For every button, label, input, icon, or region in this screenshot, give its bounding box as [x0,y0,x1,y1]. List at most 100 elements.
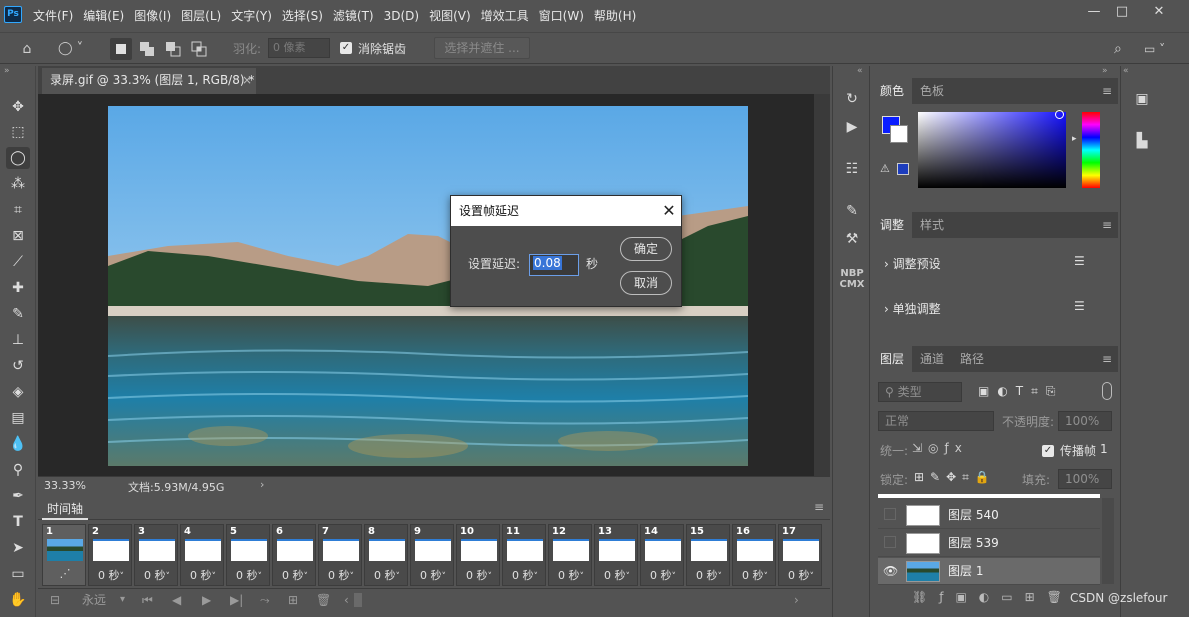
frame-tool-icon[interactable]: ⊠ [6,225,30,247]
first-frame-icon[interactable]: ⏮ [142,591,153,609]
lasso-preset-icon[interactable]: ◯ ˅ [58,39,92,59]
propagate-frame-checkbox[interactable]: ✓ [1042,445,1054,457]
delay-dropdown-icon[interactable]: ˅ [580,572,585,582]
tab-paths[interactable]: 路径 [952,346,992,372]
timeline-frame[interactable]: 8 0 秒˅ [364,524,408,586]
menu-plugins[interactable]: 增效工具 [476,0,534,32]
menu-filter[interactable]: 滤镜(T) [328,0,379,32]
tab-channels[interactable]: 通道 [912,346,952,372]
collapse-arrows-icon[interactable]: « [1123,66,1129,76]
delay-dropdown-icon[interactable]: ˅ [764,572,769,582]
next-frame-icon[interactable]: ▶| [230,591,243,609]
timeline-frame[interactable]: 11 0 秒˅ [502,524,546,586]
delete-frame-icon[interactable]: 🗑 [316,591,331,609]
blend-mode-select[interactable]: 正常 [878,411,994,431]
antialias-checkbox[interactable]: ✓ [340,42,352,54]
tab-swatches[interactable]: 色板 [912,78,952,104]
delay-dropdown-icon[interactable]: ˅ [304,572,309,582]
eyedropper-tool-icon[interactable]: ⟋ [6,251,30,273]
timeline-frame[interactable]: 15 0 秒˅ [686,524,730,586]
add-selection-icon[interactable] [136,38,158,60]
color-field[interactable] [918,112,1066,188]
menu-edit[interactable]: 编辑(E) [78,0,129,32]
close-window-button[interactable]: ✕ [1144,2,1174,22]
healing-brush-tool-icon[interactable]: ✚ [6,277,30,299]
opacity-input[interactable]: 100% [1058,411,1112,431]
filter-toggle[interactable] [1102,382,1112,400]
ok-button[interactable]: 确定 [620,237,672,261]
tab-adjustments[interactable]: 调整 [872,212,913,238]
delay-dropdown-icon[interactable]: ˅ [626,572,631,582]
frame-delay[interactable]: 0 秒˅ [503,567,547,583]
hue-slider-arrow-icon[interactable]: ▸ [1072,134,1077,144]
menu-file[interactable]: 文件(F) [28,0,78,32]
timeline-tab[interactable]: 时间轴 [42,498,88,520]
document-tab[interactable]: 录屏.gif @ 33.3% (图层 1, RGB/8) * × [42,68,256,94]
tool-presets-icon[interactable]: ⚒ [841,228,863,250]
menu-select[interactable]: 选择(S) [277,0,328,32]
timeline-frame[interactable]: 6 0 秒˅ [272,524,316,586]
collapse-arrows-icon[interactable]: » [4,66,10,76]
maximize-button[interactable]: □ [1107,2,1137,22]
frame-delay[interactable]: 0 秒˅ [181,567,225,583]
timeline-frame[interactable]: 3 0 秒˅ [134,524,178,586]
eraser-tool-icon[interactable]: ◈ [6,381,30,403]
move-tool-icon[interactable]: ✥ [6,96,30,118]
frame-delay[interactable]: 0 秒˅ [273,567,317,583]
eye-icon[interactable]: 👁 [883,564,898,578]
quick-select-tool-icon[interactable]: ⁂ [6,173,30,195]
frame-delay[interactable]: 0 秒˅ [227,567,271,583]
pen-tool-icon[interactable]: ✒ [6,485,30,507]
delay-dropdown-icon[interactable]: ˅ [166,572,171,582]
delay-dropdown-icon[interactable]: ˅ [442,572,447,582]
gamut-color-swatch[interactable] [897,163,909,175]
tab-layers[interactable]: 图层 [872,346,913,372]
frame-delay[interactable]: 0 秒˅ [135,567,179,583]
subtract-selection-icon[interactable] [162,38,184,60]
close-tab-icon[interactable]: × [242,68,252,92]
zoom-level[interactable]: 33.33% [44,479,86,492]
search-icon[interactable]: ⌕ [1114,39,1134,59]
play-icon[interactable]: ▶ [202,591,211,609]
adjustment-presets-row[interactable]: › 调整预设 [884,254,941,274]
menu-type[interactable]: 文字(Y) [226,0,277,32]
delay-dropdown-icon[interactable]: ˅ [718,572,723,582]
gradient-tool-icon[interactable]: ▤ [6,407,30,429]
frame-delay[interactable]: 0 秒˅ [457,567,501,583]
hand-tool-icon[interactable]: ✋ [6,589,30,611]
timeline-scrollbar[interactable] [354,593,362,607]
delay-dropdown-icon[interactable]: ˅ [488,572,493,582]
brush-settings-icon[interactable]: ✎ [841,200,863,222]
timeline-frame[interactable]: 2 0 秒˅ [88,524,132,586]
frame-delay[interactable]: 0 秒˅ [687,567,731,583]
scroll-right-icon[interactable]: › [794,591,799,609]
timeline-frame[interactable]: 9 0 秒˅ [410,524,454,586]
minimize-button[interactable]: — [1079,2,1109,22]
layer-row[interactable]: 图层 540 [878,502,1100,529]
select-and-mask-button[interactable]: 选择并遮住 ... [434,37,530,59]
timeline-frame[interactable]: 17 0 秒˅ [778,524,822,586]
visibility-toggle[interactable] [884,536,896,548]
fill-input[interactable]: 100% [1058,469,1112,489]
stamp-tool-icon[interactable]: ⊥ [6,329,30,351]
frame-delay[interactable]: 0 秒˅ [365,567,409,583]
layers-panel-menu-icon[interactable]: ≡ [1102,352,1112,366]
nbp-plugin-icon[interactable]: NBP CMX [839,268,865,290]
lock-icons[interactable]: ⊞✎✥⌗🔒 [914,470,996,485]
convert-timeline-icon[interactable]: ⊟ [50,591,60,609]
timeline-frame[interactable]: 13 0 秒˅ [594,524,638,586]
tab-color[interactable]: 颜色 [872,78,913,104]
timeline-frame[interactable]: 16 0 秒˅ [732,524,776,586]
delay-dropdown-icon[interactable]: ˅ [810,572,815,582]
brush-tool-icon[interactable]: ✎ [6,303,30,325]
path-select-tool-icon[interactable]: ➤ [6,537,30,559]
delay-dropdown-icon[interactable]: ˅ [120,572,125,582]
delay-dropdown-icon[interactable]: ˅ [672,572,677,582]
type-tool-icon[interactable]: T [6,511,30,533]
delay-dropdown-icon[interactable]: ˅ [534,572,539,582]
canvas-scrollbar[interactable] [814,94,830,476]
loop-select[interactable]: 永远 [82,591,106,609]
workspace-icon[interactable]: ▭ ˅ [1144,39,1166,59]
background-color[interactable] [890,125,908,143]
hue-slider[interactable] [1082,112,1100,188]
